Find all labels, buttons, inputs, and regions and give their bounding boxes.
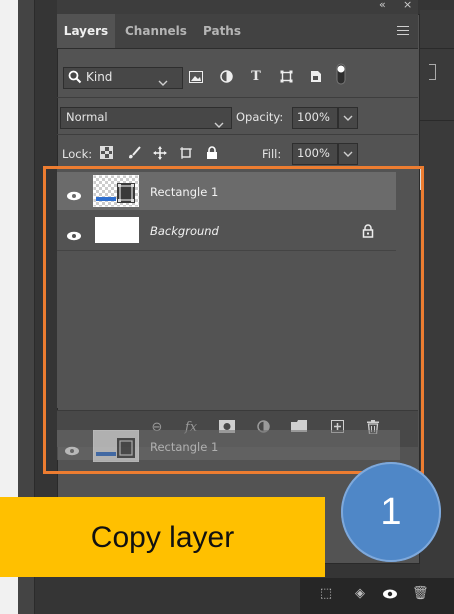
lock-position-icon[interactable] — [150, 143, 170, 163]
highlight-box — [43, 166, 424, 474]
close-icon[interactable]: × — [403, 0, 412, 11]
panel-title-bar: « × — [57, 0, 418, 14]
adjustment-filter-icon[interactable] — [216, 67, 236, 87]
lock-all-icon[interactable] — [202, 143, 222, 163]
fill-value: 100% — [297, 146, 330, 160]
type-filter-icon[interactable]: T — [246, 67, 266, 87]
trash-icon[interactable]: 🗑 — [412, 586, 429, 602]
fill-label: Fill: — [262, 147, 282, 161]
chevron-down-icon — [214, 114, 224, 128]
instruction-label: Copy layer — [90, 521, 235, 554]
lock-label: Lock: — [62, 147, 93, 161]
diamond-arrows-icon[interactable]: ◈ — [352, 586, 368, 602]
eye-icon[interactable] — [382, 586, 398, 602]
kind-label: Kind — [86, 70, 113, 84]
tab-layers[interactable]: Layers — [57, 14, 115, 48]
lock-artboard-icon[interactable] — [176, 143, 196, 163]
smart-object-filter-icon[interactable] — [306, 67, 326, 87]
shape-filter-icon[interactable] — [276, 67, 296, 87]
panel-bracket-icon — [429, 64, 436, 80]
blend-mode-value: Normal — [66, 110, 108, 124]
collapse-icon[interactable]: « — [379, 0, 386, 11]
lock-image-pixels-icon[interactable] — [124, 143, 144, 163]
filter-toggle-icon[interactable] — [336, 63, 346, 85]
search-icon — [68, 69, 82, 84]
opacity-dropdown[interactable] — [338, 107, 358, 129]
step-number: 1 — [380, 491, 402, 533]
panel-menu-icon[interactable] — [397, 26, 409, 36]
tab-paths[interactable]: Paths — [203, 14, 241, 48]
chevron-down-icon — [158, 72, 168, 86]
selection-icon[interactable]: ⬚ — [318, 586, 334, 602]
image-filter-icon[interactable] — [186, 67, 206, 87]
opacity-value: 100% — [297, 110, 330, 124]
fill-dropdown[interactable] — [338, 143, 358, 165]
opacity-label: Opacity: — [236, 110, 284, 124]
lock-transparent-pixels-icon[interactable] — [96, 143, 116, 163]
tab-channels[interactable]: Channels — [125, 14, 187, 48]
